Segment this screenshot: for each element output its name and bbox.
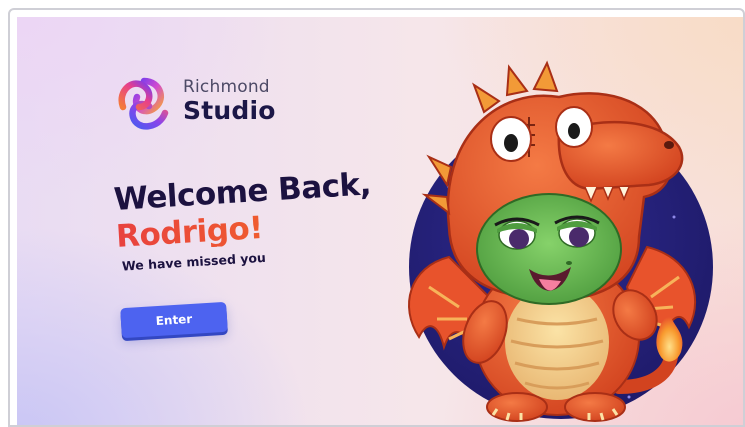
brand-line-2: Studio (183, 96, 276, 125)
welcome-card: Richmond Studio Welcome Back, Rodrigo! W… (17, 17, 743, 425)
browser-frame: Richmond Studio Welcome Back, Rodrigo! W… (8, 8, 745, 427)
brand-name: Richmond Studio (183, 77, 276, 125)
richmond-knot-logo-icon (118, 77, 169, 130)
enter-button[interactable]: Enter (120, 301, 228, 339)
brand-line-1: Richmond (183, 77, 270, 97)
dragon-mascot-illustration (408, 60, 713, 422)
welcome-block: Welcome Back, Rodrigo! We have missed yo… (113, 166, 375, 273)
